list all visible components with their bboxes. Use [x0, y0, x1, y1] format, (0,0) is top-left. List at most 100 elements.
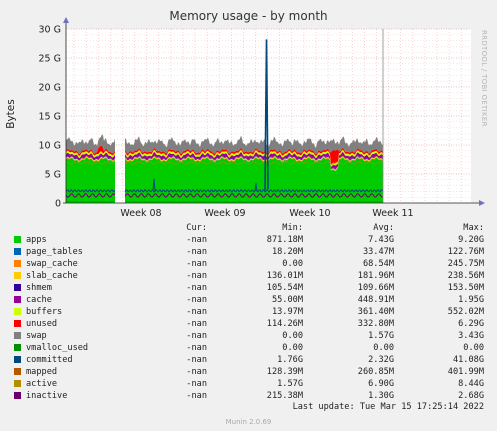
legend-avg: 448.91M [357, 295, 394, 305]
legend-name: vmalloc_used [26, 343, 89, 353]
legend-cur: -nan [186, 307, 207, 317]
legend-swatch [14, 248, 21, 255]
legend-min: 55.00M [271, 295, 303, 305]
legend-row-page-tables: page_tables -nan 18.20M 33.47M 122.76M [14, 246, 490, 258]
legend-name: apps [26, 235, 47, 245]
legend-min: 1.76G [277, 355, 303, 365]
legend-max: 3.43G [458, 331, 484, 341]
legend-row-vmalloc-used: vmalloc_used -nan 0.00 0.00 0.00 [14, 342, 490, 354]
legend-swatch [14, 356, 21, 363]
x-axis-arrow [479, 200, 485, 206]
legend-max: 41.08G [452, 355, 484, 365]
legend-avg: 0.00 [373, 343, 394, 353]
legend-name: swap_cache [26, 259, 78, 269]
y-axis-ticks: 0 5 G 10 G 15 G 20 G 25 G 30 G [39, 25, 61, 210]
y-tick-label: 20 G [39, 83, 61, 94]
legend-min: 136.01M [266, 271, 303, 281]
legend-swatch [14, 368, 21, 375]
legend-rows: apps -nan 871.18M 7.43G 9.20G page_tables -nan… [14, 234, 490, 402]
legend-name: cache [26, 295, 52, 305]
legend-min: 128.39M [266, 367, 303, 377]
x-tick-label: Week 10 [289, 208, 330, 219]
legend-row-cache: cache -nan 55.00M 448.91M 1.95G [14, 294, 490, 306]
last-update: Last update: Tue Mar 15 17:25:14 2022 [292, 402, 484, 412]
legend-avg: 68.54M [362, 259, 394, 269]
header-cur: Cur: [186, 223, 207, 233]
legend-swatch [14, 284, 21, 291]
legend-swatch [14, 344, 21, 351]
legend-cur: -nan [186, 391, 207, 401]
y-tick-label: 25 G [39, 54, 61, 65]
chart-title: Memory usage - by month [169, 9, 328, 23]
legend-min: 13.97M [271, 307, 303, 317]
legend-name: unused [26, 319, 58, 329]
legend-cur: -nan [186, 235, 207, 245]
legend-name: swap [26, 331, 47, 341]
legend-row-apps: apps -nan 871.18M 7.43G 9.20G [14, 234, 490, 246]
legend-min: 18.20M [271, 247, 303, 257]
legend-swatch [14, 332, 21, 339]
legend-avg: 7.43G [368, 235, 394, 245]
legend-swatch [14, 392, 21, 399]
legend-max: 6.29G [458, 319, 484, 329]
legend-name: page_tables [26, 247, 83, 257]
legend-avg: 2.32G [368, 355, 394, 365]
legend-cur: -nan [186, 367, 207, 377]
legend-max: 238.56M [447, 271, 484, 281]
header-max: Max: [463, 223, 484, 233]
y-tick-label: 30 G [39, 25, 61, 36]
y-tick-label: 5 G [45, 170, 61, 181]
area-apps [125, 157, 383, 203]
legend-min: 114.26M [266, 319, 303, 329]
x-tick-label: Week 09 [204, 208, 245, 219]
legend-cur: -nan [186, 343, 207, 353]
y-tick-label: 0 [55, 199, 61, 210]
y-axis-label: Bytes [5, 99, 17, 129]
y-tick-label: 10 G [39, 141, 61, 152]
legend-avg: 260.85M [357, 367, 394, 377]
x-tick-label: Week 11 [372, 208, 413, 219]
legend-avg: 1.30G [368, 391, 394, 401]
header-min: Min: [282, 223, 303, 233]
legend-avg: 109.66M [357, 283, 394, 293]
legend-max: 552.02M [447, 307, 484, 317]
legend-max: 401.99M [447, 367, 484, 377]
legend-row-buffers: buffers -nan 13.97M 361.40M 552.02M [14, 306, 490, 318]
legend-max: 8.44G [458, 379, 484, 389]
legend-row-mapped: mapped -nan 128.39M 260.85M 401.99M [14, 366, 490, 378]
legend-name: committed [26, 355, 73, 365]
legend-name: inactive [26, 391, 68, 401]
legend-name: mapped [26, 367, 58, 377]
munin-version: Munin 2.0.69 [225, 418, 272, 426]
y-tick-label: 15 G [39, 112, 61, 123]
legend-name: slab_cache [26, 271, 78, 281]
legend-max: 245.75M [447, 259, 484, 269]
legend-row-committed: committed -nan 1.76G 2.32G 41.08G [14, 354, 490, 366]
legend-avg: 6.90G [368, 379, 394, 389]
legend-cur: -nan [186, 319, 207, 329]
legend-max: 2.68G [458, 391, 484, 401]
legend-row-unused: unused -nan 114.26M 332.80M 6.29G [14, 318, 490, 330]
legend-min: 871.18M [266, 235, 303, 245]
legend-row-swap-cache: swap_cache -nan 0.00 68.54M 245.75M [14, 258, 490, 270]
legend-table: Cur: Min: Avg: Max: apps -nan 871.18M 7.43G… [14, 222, 490, 402]
legend-cur: -nan [186, 247, 207, 257]
legend-name: buffers [26, 307, 63, 317]
legend-avg: 181.96M [357, 271, 394, 281]
legend-cur: -nan [186, 379, 207, 389]
legend-min: 215.38M [266, 391, 303, 401]
legend-cur: -nan [186, 295, 207, 305]
legend-swatch [14, 260, 21, 267]
legend-row-swap: swap -nan 0.00 1.57G 3.43G [14, 330, 490, 342]
legend-max: 153.50M [447, 283, 484, 293]
legend-avg: 1.57G [368, 331, 394, 341]
legend-min: 0.00 [282, 259, 303, 269]
legend-row-active: active -nan 1.57G 6.90G 8.44G [14, 378, 490, 390]
legend-swatch [14, 320, 21, 327]
legend-min: 0.00 [282, 331, 303, 341]
legend-swatch [14, 272, 21, 279]
legend-row-inactive: inactive -nan 215.38M 1.30G 2.68G [14, 390, 490, 402]
legend-cur: -nan [186, 259, 207, 269]
legend-row-slab-cache: slab_cache -nan 136.01M 181.96M 238.56M [14, 270, 490, 282]
legend-max: 1.95G [458, 295, 484, 305]
